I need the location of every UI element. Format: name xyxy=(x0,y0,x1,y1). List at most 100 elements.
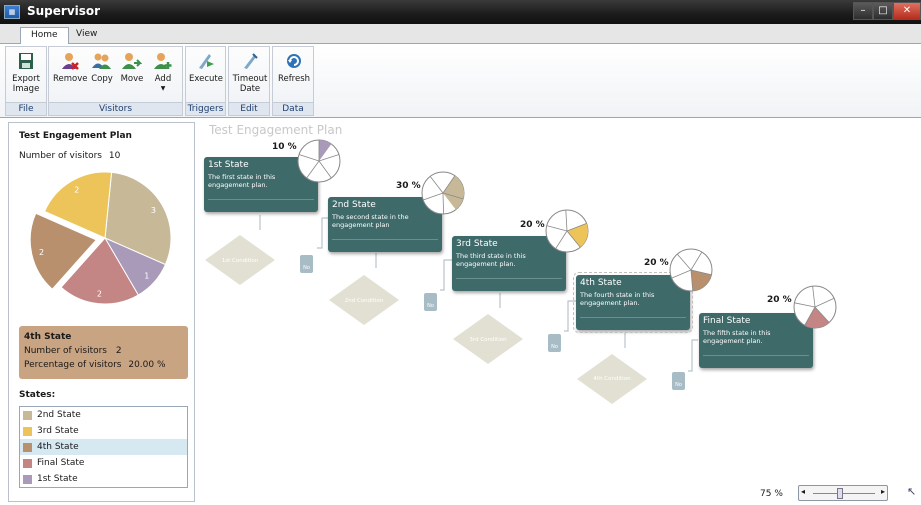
refresh-button[interactable]: Refresh xyxy=(276,51,312,84)
chevron-down-icon[interactable]: ▼ xyxy=(149,84,177,94)
visitor-pie-chart[interactable]: 3 1 2 2 2 xyxy=(21,163,187,321)
state-distribution-pie[interactable] xyxy=(544,208,590,254)
state-list-item-selected[interactable]: 4th State xyxy=(20,439,187,455)
window-controls: – □ ✕ xyxy=(853,2,921,20)
pie-slice-label: 1 xyxy=(144,271,149,280)
pie-slice-label: 2 xyxy=(97,290,102,299)
states-list: 2nd State 3rd State 4th State Final Stat… xyxy=(19,406,188,488)
close-button[interactable]: ✕ xyxy=(893,2,921,20)
state-list-item[interactable]: 2nd State xyxy=(20,407,187,423)
visitor-count: Number of visitors 10 xyxy=(19,151,120,161)
state-percent: 10 % xyxy=(272,142,297,152)
zoom-out-arrow-icon[interactable]: ◂ xyxy=(801,487,805,496)
export-image-button[interactable]: Export Image xyxy=(8,51,44,94)
ribbon-group-triggers: Execute Triggers xyxy=(185,46,226,116)
condition-label: 4th Condition xyxy=(593,376,631,382)
zoom-thumb[interactable] xyxy=(837,488,843,499)
state-list-label: 2nd State xyxy=(37,410,81,420)
refresh-icon xyxy=(287,54,301,68)
state-list-item[interactable]: 1st State xyxy=(20,471,187,487)
plan-summary-panel: Test Engagement Plan Number of visitors … xyxy=(8,122,195,502)
group-label-triggers: Triggers xyxy=(186,102,225,115)
state-description: The third state in this engagement plan. xyxy=(456,252,526,268)
state-list-label: 1st State xyxy=(37,474,78,484)
ribbon-group-visitors: Remove Copy Move Add ▼ Visitors xyxy=(48,46,183,116)
zoom-in-arrow-icon[interactable]: ▸ xyxy=(881,487,885,496)
move-label: Move xyxy=(120,74,144,84)
state-list-label: Final State xyxy=(37,458,85,468)
selected-state-percentage: Percentage of visitors 20.00 % xyxy=(24,360,183,370)
state-distribution-pie[interactable] xyxy=(296,138,342,184)
add-label: Add xyxy=(154,74,172,84)
remove-button[interactable]: Remove xyxy=(53,51,88,84)
no-branch-badge[interactable]: No xyxy=(548,334,561,352)
state-list-item[interactable]: 3rd State xyxy=(20,423,187,439)
state-divider xyxy=(580,317,686,318)
pie-slice-label: 3 xyxy=(151,206,156,215)
state-percent: 20 % xyxy=(520,220,545,230)
plan-title: Test Engagement Plan xyxy=(19,131,132,141)
zoom-slider[interactable]: ◂ ▸ xyxy=(798,485,888,501)
add-visitor-icon xyxy=(154,53,172,69)
state-distribution-pie[interactable] xyxy=(668,247,714,293)
execute-button[interactable]: Execute xyxy=(189,51,223,84)
window-title: Supervisor xyxy=(27,4,101,18)
selected-state-visitors-value: 2 xyxy=(115,346,122,356)
copy-button[interactable]: Copy xyxy=(89,51,115,84)
timeout-date-button[interactable]: Timeout Date xyxy=(232,51,268,94)
state-percent: 20 % xyxy=(644,258,669,268)
state-percent: 30 % xyxy=(396,181,421,191)
engagement-plan-canvas[interactable]: Test Engagement Plan 1st Condition No 2n… xyxy=(200,118,921,505)
visitor-count-value: 10 xyxy=(108,151,121,161)
state-distribution-pie[interactable] xyxy=(792,284,838,330)
add-button[interactable]: Add ▼ xyxy=(149,51,177,94)
state-percent: 20 % xyxy=(767,295,792,305)
ribbon-group-data: Refresh Data xyxy=(272,46,314,116)
state-color-swatch xyxy=(23,474,32,484)
refresh-label: Refresh xyxy=(277,74,311,84)
state-distribution-pie[interactable] xyxy=(420,170,466,216)
group-label-data: Data xyxy=(273,102,313,115)
no-branch-badge[interactable]: No xyxy=(672,372,685,390)
condition-label: 1st Condition xyxy=(221,258,259,264)
move-visitor-icon xyxy=(122,53,142,69)
title-bar: ▦ Supervisor – □ ✕ xyxy=(0,0,921,24)
condition-label: 2nd Condition xyxy=(344,298,384,304)
selected-state-visitors-label: Number of visitors xyxy=(24,346,107,356)
export-image-label: Export Image xyxy=(12,74,40,94)
timeout-date-label: Timeout Date xyxy=(232,74,268,94)
no-branch-badge[interactable]: No xyxy=(424,293,437,311)
tab-home[interactable]: Home xyxy=(20,27,69,44)
export-image-icon xyxy=(19,53,33,69)
selected-state-visitors: Number of visitors 2 xyxy=(24,346,183,356)
selected-state-percentage-value: 20.00 % xyxy=(128,360,166,370)
copy-visitor-icon xyxy=(92,53,111,69)
selected-state-percentage-label: Percentage of visitors xyxy=(24,360,122,370)
state-divider xyxy=(456,278,562,279)
pointer-tool-icon[interactable]: ↖ xyxy=(907,485,916,498)
state-color-swatch xyxy=(23,458,32,468)
state-description: The fifth state in this engagement plan. xyxy=(703,329,771,345)
ribbon-tab-row: Home View xyxy=(0,24,921,44)
state-list-item[interactable]: Final State xyxy=(20,455,187,471)
state-list-label: 3rd State xyxy=(37,426,79,436)
no-branch-badge[interactable]: No xyxy=(300,255,313,273)
visitor-count-label: Number of visitors xyxy=(19,151,102,161)
condition-label: 3rd Condition xyxy=(469,337,507,343)
execute-icon xyxy=(199,54,214,69)
state-divider xyxy=(332,239,438,240)
pie-slice-label: 2 xyxy=(74,186,79,195)
minimize-button[interactable]: – xyxy=(853,2,873,20)
pie-slice-label: 2 xyxy=(39,248,44,257)
maximize-button[interactable]: □ xyxy=(873,2,893,20)
state-list-label: 4th State xyxy=(37,442,79,452)
state-color-swatch xyxy=(23,410,32,420)
tab-view[interactable]: View xyxy=(66,27,107,44)
selected-state-title: 4th State xyxy=(24,332,72,342)
ribbon-group-edit: Timeout Date Edit xyxy=(228,46,270,116)
selected-state-details: 4th State Number of visitors 2 Percentag… xyxy=(19,326,188,379)
move-button[interactable]: Move xyxy=(118,51,146,84)
state-color-swatch xyxy=(23,426,32,436)
ribbon: Export Image File Remove Copy Move Add ▼… xyxy=(0,44,921,118)
app-icon: ▦ xyxy=(4,5,20,19)
